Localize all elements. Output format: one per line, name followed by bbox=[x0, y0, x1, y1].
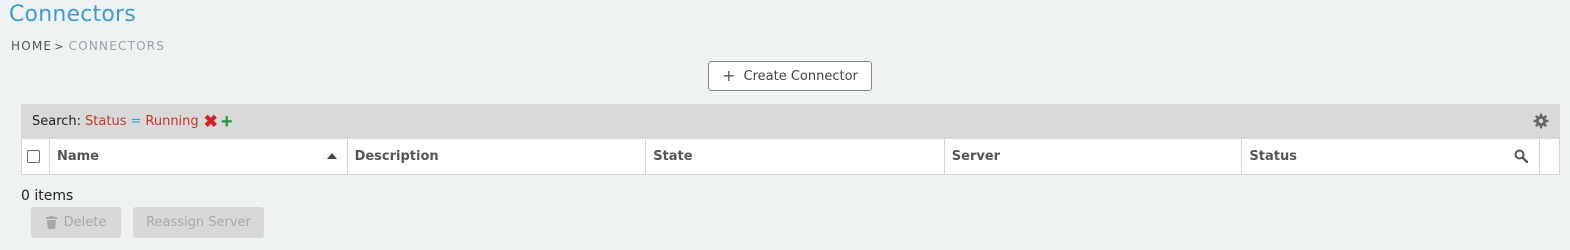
filter-field: Status bbox=[85, 114, 127, 129]
column-header-server[interactable]: Server bbox=[945, 139, 1243, 174]
column-header-description[interactable]: Description bbox=[348, 139, 647, 174]
select-all-cell bbox=[22, 139, 50, 174]
reassign-server-label: Reassign Server bbox=[146, 215, 251, 230]
delete-button[interactable]: Delete bbox=[31, 207, 121, 238]
column-label-status: Status bbox=[1249, 149, 1297, 164]
table-header: Name Description State Server Status bbox=[21, 139, 1560, 175]
items-count: 0 items bbox=[21, 188, 74, 204]
search-bar: Search: Status = Running ✖ + bbox=[21, 104, 1560, 139]
search-label: Search: bbox=[32, 114, 82, 129]
plus-icon: + bbox=[722, 66, 736, 85]
search-filter[interactable]: Status = Running bbox=[85, 114, 199, 129]
delete-label: Delete bbox=[63, 215, 107, 230]
breadcrumb-chevron-icon: > bbox=[54, 39, 65, 53]
add-filter-icon[interactable]: + bbox=[221, 112, 233, 132]
remove-filter-icon[interactable]: ✖ bbox=[204, 113, 218, 130]
breadcrumb-current: CONNECTORS bbox=[68, 39, 166, 53]
column-label-description: Description bbox=[354, 149, 439, 164]
sort-ascending-icon bbox=[326, 153, 337, 159]
breadcrumb-home[interactable]: HOME bbox=[11, 39, 52, 53]
select-all-checkbox[interactable] bbox=[27, 150, 40, 163]
create-connector-label: Create Connector bbox=[743, 68, 858, 84]
gear-icon[interactable] bbox=[1533, 113, 1549, 129]
trash-icon bbox=[45, 216, 57, 229]
create-connector-button[interactable]: + Create Connector bbox=[708, 61, 872, 91]
filter-value: Running bbox=[145, 114, 199, 129]
column-label-name: Name bbox=[56, 149, 99, 164]
column-header-spacer bbox=[1540, 139, 1559, 174]
page-title: Connectors bbox=[9, 2, 136, 27]
column-label-state: State bbox=[653, 149, 693, 164]
column-label-server: Server bbox=[951, 149, 1001, 164]
breadcrumb: HOME > CONNECTORS bbox=[11, 39, 165, 53]
search-icon[interactable] bbox=[1514, 149, 1529, 163]
filter-operator: = bbox=[130, 114, 142, 129]
column-header-name[interactable]: Name bbox=[50, 139, 348, 174]
column-header-state[interactable]: State bbox=[646, 139, 945, 174]
column-header-status[interactable]: Status bbox=[1242, 139, 1541, 174]
reassign-server-button[interactable]: Reassign Server bbox=[133, 207, 264, 238]
